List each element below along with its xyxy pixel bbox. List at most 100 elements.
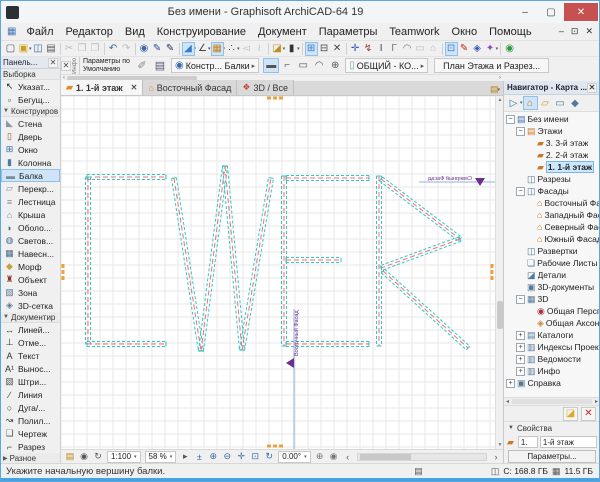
geometry-curved-button[interactable]: ◠ [311,58,327,73]
menu-6[interactable]: Параметры [313,26,384,38]
pen-blue-icon[interactable]: ✎ [151,42,164,56]
navigator-close-icon[interactable]: ✕ [587,83,597,93]
tool-Зона[interactable]: ▨Зона [1,286,60,299]
tool-Балка[interactable]: ▬Балка [1,169,60,182]
markup-pen-icon[interactable]: ✎ [458,42,471,56]
tree-expander-icon[interactable]: − [516,187,525,196]
tool-Морф[interactable]: ◆Морф [1,260,60,273]
tab-east-elevation[interactable]: ⌂Восточный Фасад [143,80,237,95]
infobox-close-icon[interactable]: ✕ [61,61,71,71]
tab-close-icon[interactable]: ✕ [131,83,138,92]
hscroll-right-icon[interactable]: › [489,451,503,463]
document-menu-icon[interactable]: ▦ [7,26,16,37]
scroll-right-icon[interactable]: ▸ [593,398,600,405]
menu-4[interactable]: Конструирование [151,26,252,38]
roof-tool-icon[interactable]: ⌂ [427,42,440,56]
snap-points-icon[interactable]: ∴ [225,42,238,56]
paste-icon[interactable]: ❒ [89,42,102,56]
pen-set-icon[interactable]: ▤ [63,451,77,463]
tree-item-Развертки[interactable]: ◫Развертки [504,245,600,257]
tool-Лестница[interactable]: ≡Лестница [1,195,60,208]
doc-restore-icon[interactable]: ⊡ [571,26,579,37]
tool-Перекр...[interactable]: ▱Перекр... [1,182,60,195]
publisher-icon[interactable]: ◆ [568,96,583,110]
tree-item-Общая Перспектива[interactable]: ◉Общая Перспектива [504,305,600,317]
layer-combo[interactable]: ▯ ОБЩИЙ - КО... ▸ [345,58,428,73]
tool-Линия[interactable]: ∕Линия [1,388,60,401]
tree-item-Восточный Фасад[interactable]: ⌂Восточный Фасад [504,197,600,209]
find-select-icon[interactable]: ◉ [138,42,151,56]
tool-Колонна[interactable]: ▮Колонна [1,156,60,169]
tool-Дверь[interactable]: ▯Дверь [1,130,60,143]
next-view-icon[interactable]: ◉ [327,451,341,463]
element-classification-combo[interactable]: ◉ Констр... Балки ▸ [171,58,259,73]
undo-icon[interactable]: ↶ [107,42,120,56]
collapse-arrow-icon[interactable]: ▼ [508,425,514,431]
suspend-groups-icon[interactable]: ✕ [331,42,344,56]
fit-view-icon[interactable]: ⊡ [248,451,262,463]
hscroll-left-icon[interactable]: ‹ [341,451,355,463]
geometry-rotated-button[interactable]: ⊕ [327,58,343,73]
zoom-level-combo[interactable]: 58 %▾ [145,451,177,463]
tree-item-Фасады[interactable]: −◫Фасады [504,185,600,197]
new-viewpoint-icon[interactable]: ◪ [563,407,578,421]
tool-Штри...[interactable]: ▧Штри... [1,375,60,388]
maximize-button[interactable]: ▢ [538,3,564,21]
tool-Крыша[interactable]: ⌂Крыша [1,208,60,221]
tree-item-1. 1-й этаж[interactable]: ▰1. 1-й этаж [504,161,600,173]
infobox-grip[interactable]: Инфо [71,57,80,74]
layout-book-icon[interactable]: ▭ [553,96,568,110]
tool-Разрез[interactable]: ⌐Разрез [1,440,60,453]
tree-item-Этажи[interactable]: −▤Этажи [504,125,600,137]
tool-Светов...[interactable]: ◍Светов... [1,234,60,247]
tool-Отме...[interactable]: ⊥Отме... [1,336,60,349]
minimize-button[interactable]: – [512,3,538,21]
menu-3[interactable]: Вид [119,26,151,38]
copy-icon[interactable]: ❐ [76,42,89,56]
menu-2[interactable]: Редактор [60,26,119,38]
tool-Указат...[interactable]: ↖Указат... [1,80,60,93]
doc-minimize-icon[interactable]: – [559,26,564,37]
gravity-icon[interactable]: ✛ [349,42,362,56]
pan-icon[interactable]: ✛ [234,451,248,463]
pen-weight-icon[interactable]: ▮ [285,42,298,56]
tool-Текст[interactable]: AТекст [1,349,60,362]
cut-icon[interactable]: ✂ [63,42,76,56]
toolbox-section-Документир[interactable]: ▼Документир [1,312,60,323]
corner-icon[interactable]: Γ [388,42,401,56]
drawing-canvas[interactable]: Северный ФасадВосточный Фасад ▲ ▼ [61,96,503,449]
tree-item-Западный Фасад[interactable]: ⌂Западный Фасад [504,209,600,221]
zoom-options-icon[interactable]: ± [192,451,206,463]
scroll-left-icon[interactable]: ◂ [504,398,511,405]
tool-Оболо...[interactable]: ◗Оболо... [1,221,60,234]
tool-Окно[interactable]: ⊞Окно [1,143,60,156]
settings-button[interactable]: Параметры... [508,450,596,463]
magic-table-icon[interactable]: ⊟ [318,42,331,56]
default-settings-label[interactable]: Параметры поУмолчанию [80,58,133,74]
doc-close-icon[interactable]: ✕ [585,26,593,37]
tree-expander-icon[interactable]: + [516,367,525,376]
trace-reference-icon[interactable]: ◉ [77,451,91,463]
magnet-icon[interactable]: ≀ [253,42,266,56]
tree-expander-icon[interactable]: + [516,343,525,352]
print-icon[interactable]: ▤ [45,42,58,56]
favorites-book-icon[interactable]: ▤ [151,59,169,73]
scale-combo[interactable]: 1:100▾ [107,451,141,463]
tree-item-3. 3-й этаж[interactable]: ▰3. 3-й этаж [504,137,600,149]
zoom-out-icon[interactable]: ⊖ [220,451,234,463]
element-snap-icon[interactable]: Ι [375,42,388,56]
tab-3d[interactable]: ❖3D / Все [237,80,294,95]
open-file-icon[interactable]: ▣ [17,42,30,56]
angle-combo[interactable]: 0.00°▾ [278,451,310,463]
save-icon[interactable]: ◫ [32,42,45,56]
tree-item-3D-документы[interactable]: ▣3D-документы [504,281,600,293]
toolbox-section-Разное[interactable]: ▶Разное [1,453,60,463]
toolbox-section-Конструиров[interactable]: ▼Конструиров [1,106,60,117]
gravity-element-icon[interactable]: ↯ [362,42,375,56]
tree-item-Инфо[interactable]: +▥Инфо [504,365,600,377]
tool-Дуга/...[interactable]: ○Дуга/... [1,401,60,414]
tab-first-floor[interactable]: ▰1. 1-й этаж✕ [61,80,143,95]
geometry-straight-button[interactable]: ▬ [263,58,279,73]
tool-3D-сетка[interactable]: ◈3D-сетка [1,299,60,312]
redo-icon[interactable]: ↷ [120,42,133,56]
